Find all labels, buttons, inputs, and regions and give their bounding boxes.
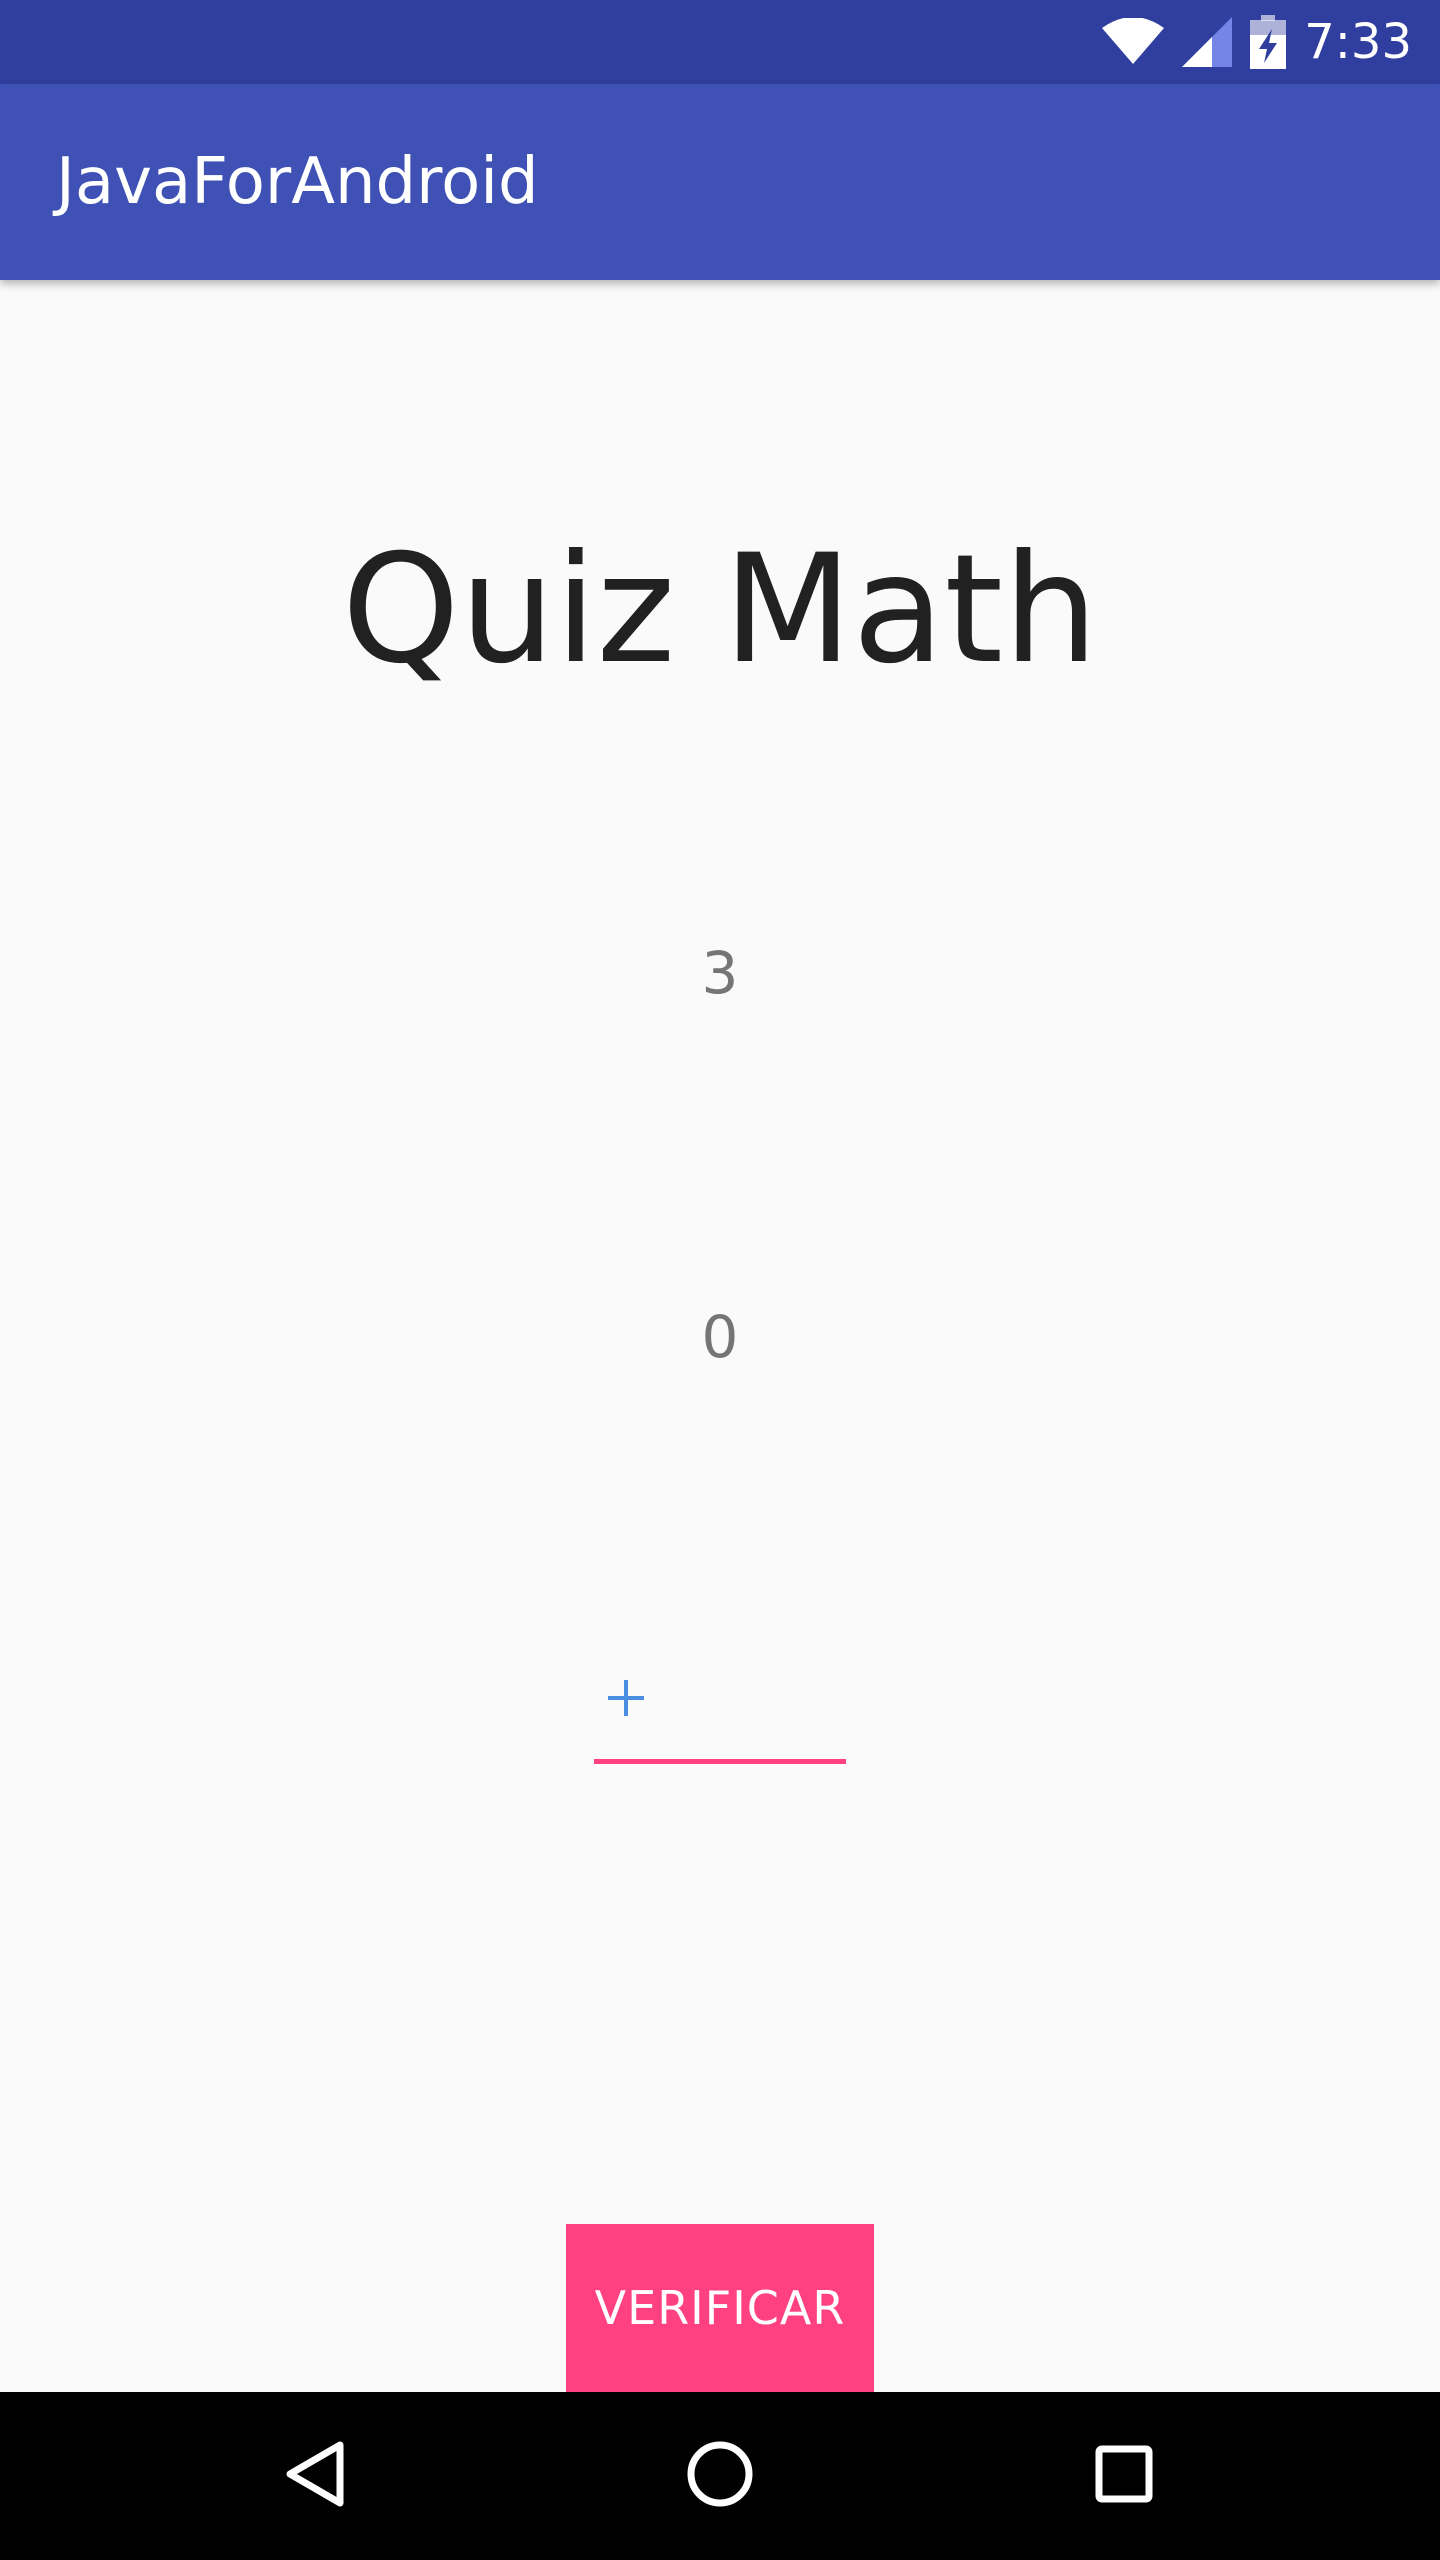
recents-icon xyxy=(1094,2444,1154,2509)
recents-button[interactable] xyxy=(1040,2392,1208,2560)
home-button[interactable] xyxy=(636,2392,804,2560)
first-number: 3 xyxy=(701,939,739,1007)
home-icon xyxy=(685,2439,755,2514)
answer-input[interactable] xyxy=(594,1660,846,1764)
page-title: Quiz Math xyxy=(341,523,1099,697)
verify-button[interactable]: VERIFICAR xyxy=(566,2224,874,2392)
status-time: 7:33 xyxy=(1304,14,1412,70)
back-icon xyxy=(284,2439,348,2514)
answer-underline xyxy=(594,1759,846,1764)
status-bar: 7:33 xyxy=(0,0,1440,84)
app-bar: JavaForAndroid xyxy=(0,84,1440,280)
second-number: 0 xyxy=(701,1303,739,1371)
signal-icon xyxy=(1182,17,1233,67)
plus-icon xyxy=(606,1678,646,1718)
screen: 7:33 JavaForAndroid Quiz Math 3 0 VERIFI… xyxy=(0,0,1440,2560)
status-icons: 7:33 xyxy=(1102,0,1412,84)
app-title: JavaForAndroid xyxy=(56,145,539,219)
navigation-bar xyxy=(0,2392,1440,2560)
wifi-icon xyxy=(1102,18,1165,66)
back-button[interactable] xyxy=(232,2392,400,2560)
battery-charging-icon xyxy=(1250,15,1287,69)
